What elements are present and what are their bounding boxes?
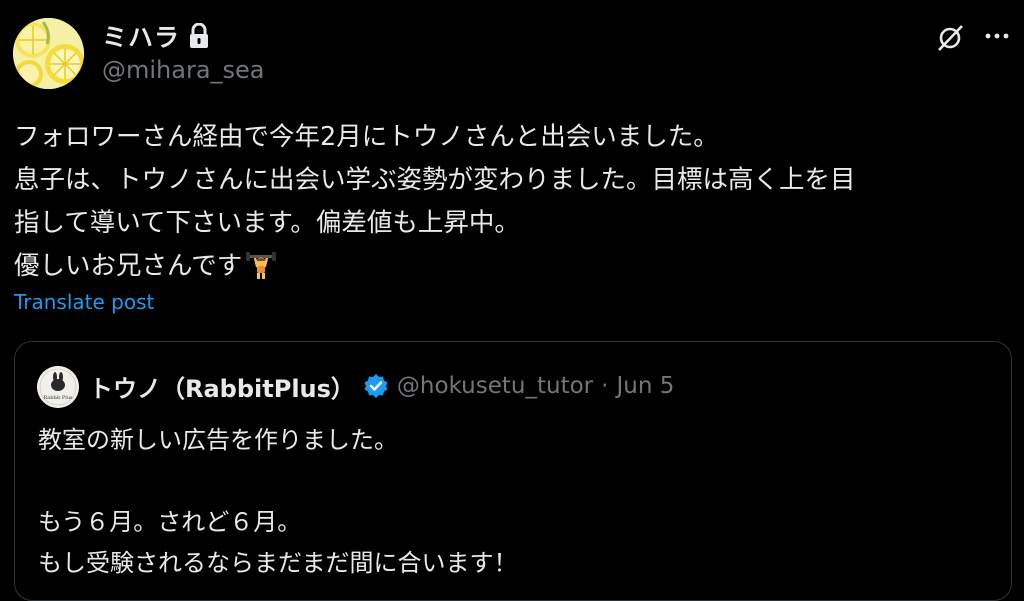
post-text-line: 息子は、トウノさんに出会い学ぶ姿勢が変わりました。目標は高く上を目: [14, 165, 856, 195]
author-handle[interactable]: @mihara_sea: [102, 56, 265, 84]
svg-text:Rabbit Plus: Rabbit Plus: [43, 395, 73, 401]
rabbit-plus-logo: Rabbit Plus: [37, 366, 79, 408]
author-avatar[interactable]: [13, 18, 84, 89]
quoted-author-name[interactable]: トウノ（RabbitPlus）: [89, 369, 355, 404]
quoted-text-line: もう６月。されど６月。: [38, 508, 302, 536]
more-dots-icon[interactable]: [983, 22, 1011, 50]
post-text-line: 指して導いて下さいます。偏差値も上昇中。: [14, 208, 520, 238]
quoted-text-line: [38, 461, 518, 502]
quoted-post-card[interactable]: Rabbit Plus トウノ（RabbitPlus） @hokusetu_tu…: [14, 341, 1012, 601]
lemon-slices-avatar: [13, 18, 84, 89]
post-text-line: 優しいお兄さんです: [14, 251, 243, 281]
quoted-text-line: 教室の新しい広告を作りました。: [38, 426, 398, 454]
quoted-author-handle[interactable]: @hokusetu_tutor: [397, 373, 593, 399]
post-text-line-last: 優しいお兄さんです: [14, 245, 1014, 288]
lock-icon: [188, 23, 210, 49]
verified-badge-icon: [363, 373, 389, 399]
quoted-text-line: もし受験されるならまだまだ間に合います！: [38, 549, 518, 577]
author-display-name[interactable]: ミハラ: [102, 18, 180, 54]
quoted-post-header: トウノ（RabbitPlus） @hokusetu_tutor · Jun 5: [89, 368, 674, 404]
quoted-post-date[interactable]: Jun 5: [616, 373, 674, 399]
post-text: フォロワーさん経由で今年2月にトウノさんと出会いました。 息子は、トウノさんに出…: [14, 116, 1014, 288]
meta-separator: ·: [601, 373, 609, 399]
post-text-line: フォロワーさん経由で今年2月にトウノさんと出会いました。: [14, 122, 719, 152]
translate-post-link[interactable]: Translate post: [14, 290, 154, 314]
author-name-row: ミハラ: [102, 20, 210, 52]
quoted-author-avatar[interactable]: Rabbit Plus: [37, 366, 79, 408]
person-lifting-weights-emoji: [246, 250, 277, 280]
quoted-post-text: 教室の新しい広告を作りました。 もう６月。されど６月。 もし受験されるならまだま…: [38, 420, 518, 584]
grok-icon[interactable]: [936, 24, 964, 52]
